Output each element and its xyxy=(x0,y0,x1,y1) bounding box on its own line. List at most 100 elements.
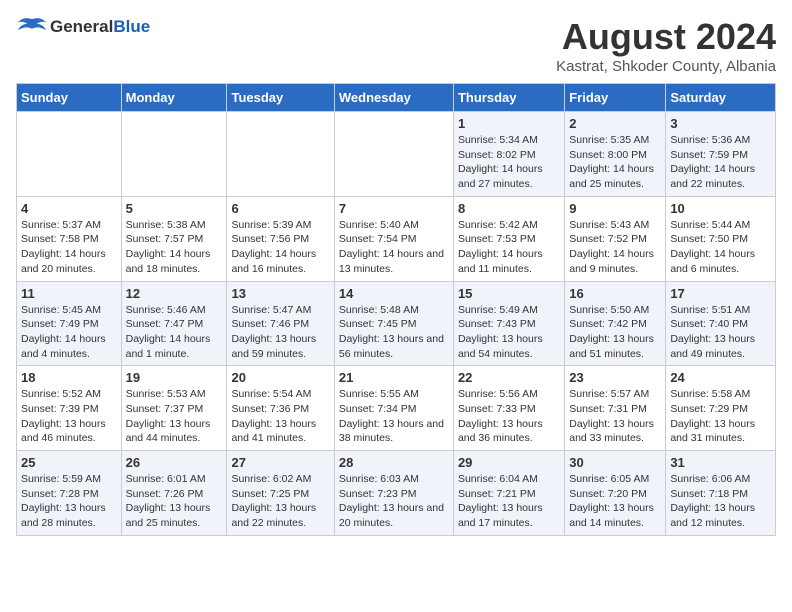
weekday-header: Wednesday xyxy=(334,84,453,112)
logo-general: General xyxy=(50,17,113,36)
day-number: 26 xyxy=(126,455,223,470)
calendar-cell: 11 Sunrise: 5:45 AM Sunset: 7:49 PM Dayli… xyxy=(17,281,122,366)
day-number: 15 xyxy=(458,286,560,301)
calendar-table: SundayMondayTuesdayWednesdayThursdayFrid… xyxy=(16,83,776,536)
calendar-cell: 25 Sunrise: 5:59 AM Sunset: 7:28 PM Dayli… xyxy=(17,451,122,536)
day-info: Sunrise: 5:51 AM Sunset: 7:40 PM Dayligh… xyxy=(670,303,771,362)
day-info: Sunrise: 5:46 AM Sunset: 7:47 PM Dayligh… xyxy=(126,303,223,362)
calendar-cell: 5 Sunrise: 5:38 AM Sunset: 7:57 PM Daylig… xyxy=(121,196,227,281)
calendar-cell: 18 Sunrise: 5:52 AM Sunset: 7:39 PM Dayli… xyxy=(17,366,122,451)
day-number: 5 xyxy=(126,201,223,216)
day-number: 12 xyxy=(126,286,223,301)
calendar-cell: 29 Sunrise: 6:04 AM Sunset: 7:21 PM Dayli… xyxy=(453,451,564,536)
calendar-cell: 4 Sunrise: 5:37 AM Sunset: 7:58 PM Daylig… xyxy=(17,196,122,281)
day-number: 22 xyxy=(458,370,560,385)
day-number: 13 xyxy=(231,286,329,301)
month-title: August 2024 xyxy=(556,16,776,58)
calendar-cell: 2Sunrise: 5:35 AM Sunset: 8:00 PM Daylig… xyxy=(565,112,666,197)
calendar-cell: 1 Sunrise: 5:34 AM Sunset: 8:02 PM Daylig… xyxy=(453,112,564,197)
calendar-cell: 6Sunrise: 5:39 AM Sunset: 7:56 PM Daylig… xyxy=(227,196,334,281)
day-info: Sunrise: 5:52 AM Sunset: 7:39 PM Dayligh… xyxy=(21,387,117,446)
day-info: Sunrise: 5:54 AM Sunset: 7:36 PM Dayligh… xyxy=(231,387,329,446)
day-number: 1 xyxy=(458,116,560,131)
day-number: 14 xyxy=(339,286,449,301)
day-number: 19 xyxy=(126,370,223,385)
day-info: Sunrise: 5:35 AM Sunset: 8:00 PM Dayligh… xyxy=(569,133,661,192)
day-number: 31 xyxy=(670,455,771,470)
day-number: 27 xyxy=(231,455,329,470)
day-info: Sunrise: 5:59 AM Sunset: 7:28 PM Dayligh… xyxy=(21,472,117,531)
calendar-week-row: 11 Sunrise: 5:45 AM Sunset: 7:49 PM Dayli… xyxy=(17,281,776,366)
day-number: 23 xyxy=(569,370,661,385)
title-block: August 2024 Kastrat, Shkoder County, Alb… xyxy=(556,16,776,75)
day-info: Sunrise: 5:39 AM Sunset: 7:56 PM Dayligh… xyxy=(231,218,329,277)
calendar-cell: 23Sunrise: 5:57 AM Sunset: 7:31 PM Dayli… xyxy=(565,366,666,451)
calendar-cell: 16 Sunrise: 5:50 AM Sunset: 7:42 PM Dayli… xyxy=(565,281,666,366)
calendar-cell: 26 Sunrise: 6:01 AM Sunset: 7:26 PM Dayli… xyxy=(121,451,227,536)
calendar-cell: 3Sunrise: 5:36 AM Sunset: 7:59 PM Daylig… xyxy=(666,112,776,197)
day-info: Sunrise: 5:50 AM Sunset: 7:42 PM Dayligh… xyxy=(569,303,661,362)
day-number: 16 xyxy=(569,286,661,301)
day-info: Sunrise: 5:40 AM Sunset: 7:54 PM Dayligh… xyxy=(339,218,449,277)
day-info: Sunrise: 6:05 AM Sunset: 7:20 PM Dayligh… xyxy=(569,472,661,531)
calendar-cell: 17Sunrise: 5:51 AM Sunset: 7:40 PM Dayli… xyxy=(666,281,776,366)
calendar-cell xyxy=(121,112,227,197)
weekday-header: Monday xyxy=(121,84,227,112)
calendar-cell: 20 Sunrise: 5:54 AM Sunset: 7:36 PM Dayli… xyxy=(227,366,334,451)
day-info: Sunrise: 5:38 AM Sunset: 7:57 PM Dayligh… xyxy=(126,218,223,277)
day-number: 9 xyxy=(569,201,661,216)
calendar-cell: 13 Sunrise: 5:47 AM Sunset: 7:46 PM Dayli… xyxy=(227,281,334,366)
weekday-header: Saturday xyxy=(666,84,776,112)
calendar-cell: 21 Sunrise: 5:55 AM Sunset: 7:34 PM Dayli… xyxy=(334,366,453,451)
calendar-cell xyxy=(17,112,122,197)
day-info: Sunrise: 6:03 AM Sunset: 7:23 PM Dayligh… xyxy=(339,472,449,531)
day-info: Sunrise: 5:48 AM Sunset: 7:45 PM Dayligh… xyxy=(339,303,449,362)
calendar-cell: 19 Sunrise: 5:53 AM Sunset: 7:37 PM Dayli… xyxy=(121,366,227,451)
calendar-cell: 27 Sunrise: 6:02 AM Sunset: 7:25 PM Dayli… xyxy=(227,451,334,536)
calendar-week-row: 1 Sunrise: 5:34 AM Sunset: 8:02 PM Daylig… xyxy=(17,112,776,197)
day-number: 21 xyxy=(339,370,449,385)
day-info: Sunrise: 5:36 AM Sunset: 7:59 PM Dayligh… xyxy=(670,133,771,192)
logo-icon xyxy=(16,16,48,38)
weekday-header: Tuesday xyxy=(227,84,334,112)
day-info: Sunrise: 6:04 AM Sunset: 7:21 PM Dayligh… xyxy=(458,472,560,531)
calendar-cell: 28Sunrise: 6:03 AM Sunset: 7:23 PM Dayli… xyxy=(334,451,453,536)
day-info: Sunrise: 5:34 AM Sunset: 8:02 PM Dayligh… xyxy=(458,133,560,192)
weekday-header-row: SundayMondayTuesdayWednesdayThursdayFrid… xyxy=(17,84,776,112)
calendar-cell: 12 Sunrise: 5:46 AM Sunset: 7:47 PM Dayli… xyxy=(121,281,227,366)
day-number: 11 xyxy=(21,286,117,301)
calendar-week-row: 25 Sunrise: 5:59 AM Sunset: 7:28 PM Dayli… xyxy=(17,451,776,536)
day-number: 7 xyxy=(339,201,449,216)
day-number: 20 xyxy=(231,370,329,385)
page-header: GeneralBlue August 2024 Kastrat, Shkoder… xyxy=(16,16,776,75)
logo: GeneralBlue xyxy=(16,16,150,38)
day-info: Sunrise: 6:01 AM Sunset: 7:26 PM Dayligh… xyxy=(126,472,223,531)
calendar-cell: 31 Sunrise: 6:06 AM Sunset: 7:18 PM Dayli… xyxy=(666,451,776,536)
day-info: Sunrise: 5:47 AM Sunset: 7:46 PM Dayligh… xyxy=(231,303,329,362)
day-number: 8 xyxy=(458,201,560,216)
day-info: Sunrise: 5:56 AM Sunset: 7:33 PM Dayligh… xyxy=(458,387,560,446)
day-number: 18 xyxy=(21,370,117,385)
calendar-cell: 8Sunrise: 5:42 AM Sunset: 7:53 PM Daylig… xyxy=(453,196,564,281)
day-number: 29 xyxy=(458,455,560,470)
day-number: 4 xyxy=(21,201,117,216)
calendar-cell: 10Sunrise: 5:44 AM Sunset: 7:50 PM Dayli… xyxy=(666,196,776,281)
day-info: Sunrise: 5:53 AM Sunset: 7:37 PM Dayligh… xyxy=(126,387,223,446)
day-info: Sunrise: 5:45 AM Sunset: 7:49 PM Dayligh… xyxy=(21,303,117,362)
calendar-week-row: 4 Sunrise: 5:37 AM Sunset: 7:58 PM Daylig… xyxy=(17,196,776,281)
calendar-week-row: 18 Sunrise: 5:52 AM Sunset: 7:39 PM Dayli… xyxy=(17,366,776,451)
day-number: 25 xyxy=(21,455,117,470)
day-info: Sunrise: 5:43 AM Sunset: 7:52 PM Dayligh… xyxy=(569,218,661,277)
calendar-cell xyxy=(334,112,453,197)
day-info: Sunrise: 5:37 AM Sunset: 7:58 PM Dayligh… xyxy=(21,218,117,277)
logo-blue: Blue xyxy=(113,17,150,36)
day-info: Sunrise: 5:55 AM Sunset: 7:34 PM Dayligh… xyxy=(339,387,449,446)
day-info: Sunrise: 5:58 AM Sunset: 7:29 PM Dayligh… xyxy=(670,387,771,446)
calendar-cell: 24 Sunrise: 5:58 AM Sunset: 7:29 PM Dayli… xyxy=(666,366,776,451)
day-info: Sunrise: 6:06 AM Sunset: 7:18 PM Dayligh… xyxy=(670,472,771,531)
calendar-cell: 30Sunrise: 6:05 AM Sunset: 7:20 PM Dayli… xyxy=(565,451,666,536)
day-info: Sunrise: 6:02 AM Sunset: 7:25 PM Dayligh… xyxy=(231,472,329,531)
calendar-cell: 14 Sunrise: 5:48 AM Sunset: 7:45 PM Dayli… xyxy=(334,281,453,366)
day-info: Sunrise: 5:49 AM Sunset: 7:43 PM Dayligh… xyxy=(458,303,560,362)
day-number: 24 xyxy=(670,370,771,385)
